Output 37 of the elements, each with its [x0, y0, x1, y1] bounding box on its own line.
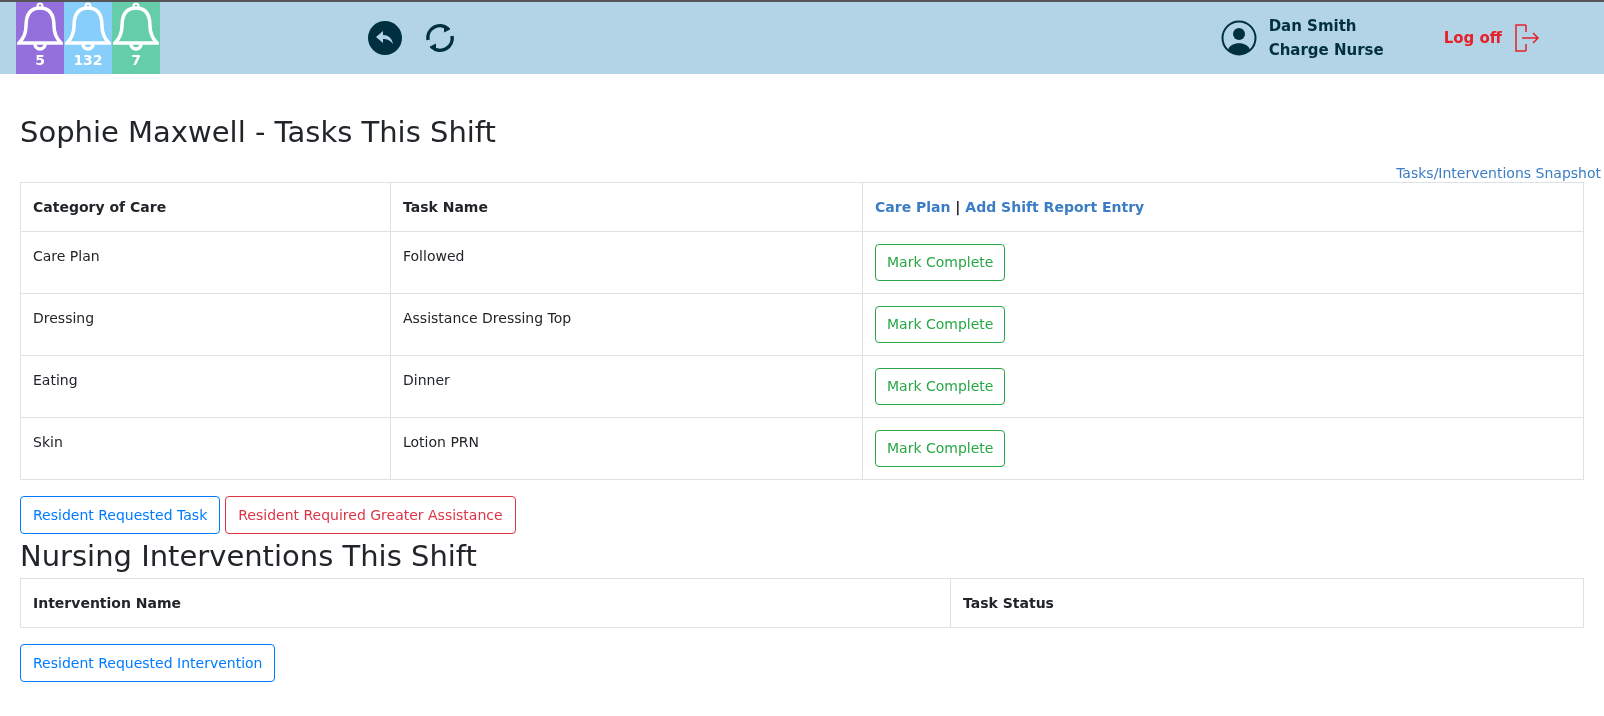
- column-header: Intervention Name: [20, 578, 951, 628]
- column-header: Task Status: [950, 578, 1584, 628]
- back-button[interactable]: [368, 21, 402, 55]
- mark-complete-button[interactable]: Mark Complete: [875, 244, 1006, 281]
- table-cell: Assistance Dressing Top: [390, 293, 863, 356]
- table-cell: Skin: [20, 417, 391, 480]
- column-header: Category of Care: [20, 182, 391, 232]
- user-name: Dan Smith: [1268, 16, 1358, 37]
- back-arrow-icon: [376, 31, 394, 45]
- bell-icon: [65, 2, 111, 52]
- table-cell: Care Plan: [20, 231, 391, 294]
- alert-badge[interactable]: 7: [112, 2, 160, 74]
- page-title: Sophie Maxwell - Tasks This Shift: [20, 114, 497, 150]
- link-separator: |: [955, 198, 961, 215]
- care-plan-link[interactable]: Care Plan: [875, 198, 951, 215]
- user-avatar-icon: [1220, 20, 1257, 56]
- action-button[interactable]: Resident Requested Intervention: [20, 644, 276, 682]
- bell-icon: [17, 2, 63, 52]
- table-cell: Dinner: [390, 355, 863, 418]
- table-cell: Lotion PRN: [390, 417, 863, 480]
- action-button[interactable]: Resident Requested Task: [20, 496, 221, 534]
- snapshot-link[interactable]: Tasks/Interventions Snapshot: [1396, 164, 1601, 182]
- table-cell: Followed: [390, 231, 863, 294]
- column-header: Task Name: [390, 182, 863, 232]
- table-cell: Eating: [20, 355, 391, 418]
- mark-complete-button[interactable]: Mark Complete: [875, 306, 1006, 343]
- action-button[interactable]: Resident Required Greater Assistance: [225, 496, 516, 534]
- alert-badge[interactable]: 5: [16, 2, 64, 74]
- mark-complete-button[interactable]: Mark Complete: [875, 430, 1006, 467]
- add-shift-report-link[interactable]: Add Shift Report Entry: [965, 198, 1145, 215]
- mark-complete-button[interactable]: Mark Complete: [875, 368, 1006, 405]
- logout-icon: [1514, 24, 1540, 52]
- user-role: Charge Nurse: [1268, 40, 1384, 61]
- bell-icon: [113, 2, 159, 52]
- table-cell: Dressing: [20, 293, 391, 356]
- log-off-button[interactable]: Log off: [1443, 24, 1540, 52]
- section-title: Nursing Interventions This Shift: [20, 538, 478, 574]
